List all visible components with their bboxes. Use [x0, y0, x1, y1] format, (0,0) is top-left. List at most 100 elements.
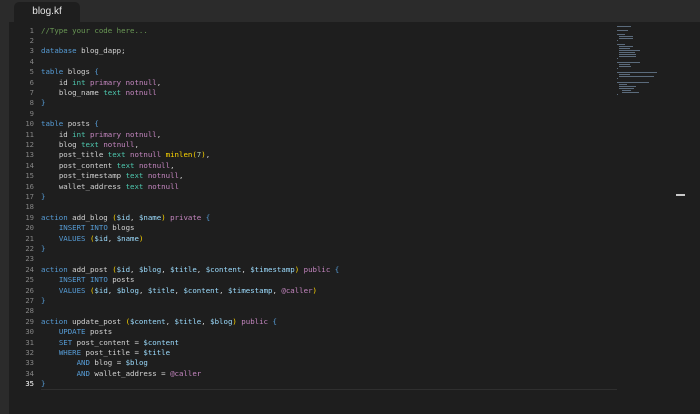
minimap-line: [617, 62, 640, 63]
code-line[interactable]: action add_post ($id, $blog, $title, $co…: [41, 265, 339, 275]
minimap-line: [619, 38, 633, 39]
minimap-line: [619, 84, 627, 85]
code-line[interactable]: }: [41, 296, 45, 306]
minimap-line: [619, 50, 640, 51]
code-line[interactable]: wallet_address text notnull: [41, 182, 179, 192]
minimap-line: [619, 48, 631, 49]
code-line[interactable]: post_timestamp text notnull,: [41, 171, 184, 181]
line-number: 35: [25, 379, 34, 389]
code-line[interactable]: blog_name text notnull: [41, 88, 157, 98]
code-line[interactable]: AND blog = $blog: [41, 358, 148, 368]
code-line[interactable]: VALUES ($id, $name): [41, 234, 144, 244]
line-number: 12: [25, 139, 34, 149]
minimap-line: [617, 68, 618, 69]
line-number: 30: [25, 327, 34, 337]
minimap-line: [619, 76, 655, 77]
code-line[interactable]: }: [41, 98, 45, 108]
minimap[interactable]: [617, 22, 687, 122]
minimap-line: [621, 92, 639, 93]
minimap-line: [617, 94, 618, 95]
code-line[interactable]: id int primary notnull,: [41, 78, 161, 88]
line-number: 27: [25, 295, 34, 305]
code-line[interactable]: INSERT INTO posts: [41, 275, 135, 285]
minimap-line: [619, 46, 634, 47]
code-line[interactable]: table blogs {: [41, 67, 99, 77]
code-line[interactable]: id int primary notnull,: [41, 130, 161, 140]
code-line[interactable]: INSERT INTO blogs: [41, 223, 135, 233]
minimap-line: [617, 40, 618, 41]
code-line[interactable]: WHERE post_title = $title: [41, 348, 170, 358]
minimap-line: [619, 64, 630, 65]
tab-bar: blog.kf: [0, 0, 700, 22]
minimap-line: [619, 52, 635, 53]
line-number: 15: [25, 171, 34, 181]
minimap-line: [617, 58, 618, 59]
code-line[interactable]: }: [41, 244, 45, 254]
minimap-line: [619, 88, 635, 89]
minimap-line: [617, 78, 618, 79]
minimap-line: [617, 34, 625, 35]
tab-blog-kf[interactable]: blog.kf: [14, 2, 80, 22]
line-number: 14: [25, 160, 34, 170]
line-number: 32: [25, 347, 34, 357]
code-line[interactable]: VALUES ($id, $blog, $title, $content, $t…: [41, 286, 317, 296]
line-number: 17: [25, 191, 34, 201]
line-number: 18: [25, 202, 34, 212]
line-number: 2: [29, 35, 34, 45]
code-line[interactable]: post_title text notnull minlen(7),: [41, 150, 210, 160]
code-line[interactable]: //Type your code here...: [41, 26, 148, 36]
minimap-line: [619, 86, 636, 87]
line-number: 25: [25, 275, 34, 285]
code-line[interactable]: action add_blog ($id, $name) private {: [41, 213, 210, 223]
line-number: 4: [29, 56, 34, 66]
line-number: 16: [25, 181, 34, 191]
line-number: 34: [25, 368, 34, 378]
minimap-line: [619, 54, 637, 55]
line-number: 22: [25, 243, 34, 253]
line-number: 33: [25, 358, 34, 368]
code-line[interactable]: }: [41, 192, 45, 202]
line-number-gutter: 1 2 3 4 5 6 7 8 9 10 11 12 13 14 15 16 17 18 19 20 21 22 23 24 2…: [9, 22, 34, 414]
line-number: 28: [25, 306, 34, 316]
code-area[interactable]: //Type your code here... database blog_da…: [41, 22, 621, 414]
code-line[interactable]: SET post_content = $content: [41, 338, 179, 348]
line-number: 1: [29, 25, 34, 35]
line-number: 19: [25, 212, 34, 222]
code-editor[interactable]: 1 2 3 4 5 6 7 8 9 10 11 12 13 14 15 16 17 18 19 20 21 22 23 24 2…: [9, 22, 700, 414]
minimap-line: [619, 56, 636, 57]
code-line[interactable]: blog text notnull,: [41, 140, 139, 150]
line-number: 31: [25, 337, 34, 347]
line-number: 6: [29, 77, 34, 87]
line-number: 8: [29, 98, 34, 108]
current-line-indicator: [41, 388, 617, 390]
minimap-line: [617, 82, 649, 83]
line-number: 7: [29, 87, 34, 97]
code-line[interactable]: table posts {: [41, 119, 99, 129]
line-number: 23: [25, 254, 34, 264]
line-number: 21: [25, 233, 34, 243]
line-number: 5: [29, 67, 34, 77]
line-number: 13: [25, 150, 34, 160]
line-number: 9: [29, 108, 34, 118]
scrollbar-position-marker[interactable]: [676, 194, 685, 196]
line-number: 11: [25, 129, 34, 139]
code-line[interactable]: post_content text notnull,: [41, 161, 175, 171]
code-line[interactable]: AND wallet_address = @caller: [41, 369, 202, 379]
minimap-line: [619, 36, 634, 37]
line-number: 29: [25, 316, 34, 326]
minimap-line: [619, 66, 631, 67]
line-number: 3: [29, 46, 34, 56]
code-line[interactable]: UPDATE posts: [41, 327, 112, 337]
minimap-line: [617, 72, 658, 73]
editor-window: blog.kf 1 2 3 4 5 6 7 8 9 10 11 12 13 14 15 16 17 18 19 20 2…: [0, 0, 700, 414]
minimap-line: [617, 26, 632, 27]
minimap-line: [617, 30, 629, 31]
line-number: 24: [25, 264, 34, 274]
line-number: 26: [25, 285, 34, 295]
minimap-line: [619, 74, 630, 75]
minimap-line: [621, 90, 632, 91]
code-line[interactable]: database blog_dapp;: [41, 46, 126, 56]
line-number: 10: [25, 119, 34, 129]
code-line[interactable]: action update_post ($content, $title, $b…: [41, 317, 277, 327]
line-number: 20: [25, 223, 34, 233]
